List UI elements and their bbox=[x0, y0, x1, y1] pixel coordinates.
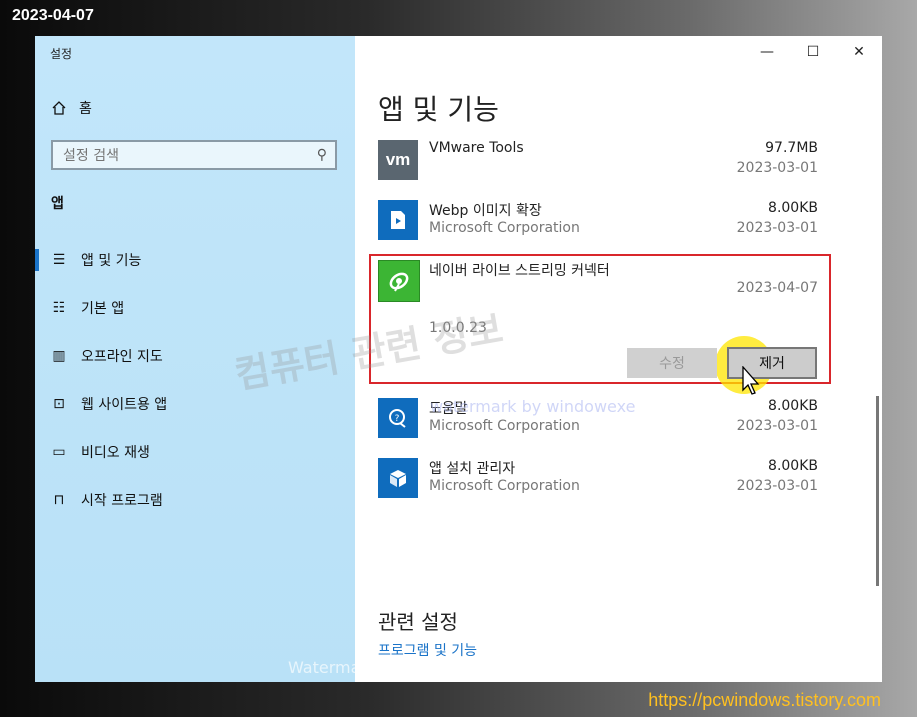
app-size: 8.00KB bbox=[768, 398, 818, 414]
app-date: 2023-03-01 bbox=[736, 418, 818, 434]
nav-item-label: 비디오 재생 bbox=[81, 445, 150, 461]
nav-item-label: 웹 사이트용 앱 bbox=[81, 397, 168, 413]
modify-button[interactable]: 수정 bbox=[627, 348, 717, 378]
app-row-vmware[interactable]: vm VMware Tools 97.7MB 2023-03-01 bbox=[378, 136, 818, 186]
help-icon: ? bbox=[378, 398, 418, 438]
scrollbar[interactable] bbox=[876, 396, 879, 586]
apps-for-websites-icon: ⊡ bbox=[53, 396, 65, 412]
nav-item-label: 시작 프로그램 bbox=[81, 493, 163, 509]
app-date: 2023-03-01 bbox=[736, 478, 818, 494]
vmware-icon: vm bbox=[378, 140, 418, 180]
section-label-apps: 앱 bbox=[51, 196, 64, 212]
nav-item-label: 앱 및 기능 bbox=[81, 253, 142, 269]
app-size: 8.00KB bbox=[768, 458, 818, 474]
offline-maps-icon: ▥ bbox=[52, 348, 66, 364]
related-settings-title: 관련 설정 bbox=[378, 610, 458, 634]
app-name: VMware Tools bbox=[429, 140, 524, 156]
default-apps-icon: ☷ bbox=[52, 300, 66, 316]
app-size: 97.7MB bbox=[765, 140, 818, 156]
app-date: 2023-04-07 bbox=[736, 280, 818, 296]
window-controls: — ☐ ✕ bbox=[744, 36, 882, 68]
app-row-app-installer[interactable]: 앱 설치 관리자 Microsoft Corporation 8.00KB 20… bbox=[378, 454, 818, 504]
nav-item-label: 오프라인 지도 bbox=[81, 349, 163, 365]
svg-text:?: ? bbox=[395, 414, 400, 424]
active-indicator bbox=[35, 249, 39, 271]
home-icon bbox=[52, 101, 66, 115]
nav-item-offline-maps[interactable]: ▥ 오프라인 지도 bbox=[51, 346, 163, 366]
settings-search[interactable]: ⚲ bbox=[51, 140, 337, 170]
app-name: 앱 설치 관리자 bbox=[429, 461, 516, 477]
nav-item-apps-for-websites[interactable]: ⊡ 웹 사이트용 앱 bbox=[51, 394, 167, 414]
video-playback-icon: ▭ bbox=[52, 444, 66, 460]
app-publisher: Microsoft Corporation bbox=[429, 220, 580, 236]
blog-url: https://pcwindows.tistory.com bbox=[648, 690, 881, 710]
app-size: 8.00KB bbox=[768, 200, 818, 216]
remove-button[interactable]: 제거 bbox=[727, 347, 817, 379]
page-title: 앱 및 기능 bbox=[378, 93, 499, 126]
app-publisher: Microsoft Corporation bbox=[429, 478, 580, 494]
programs-features-link[interactable]: 프로그램 및 기능 bbox=[378, 640, 477, 660]
app-installer-icon bbox=[378, 458, 418, 498]
app-row-webp[interactable]: Webp 이미지 확장 Microsoft Corporation 8.00KB… bbox=[378, 196, 818, 246]
nav-item-startup[interactable]: ⊓ 시작 프로그램 bbox=[51, 490, 163, 510]
watermark-line: watermark by windowexe bbox=[430, 397, 636, 416]
date-stamp: 2023-04-07 bbox=[12, 7, 94, 24]
search-icon[interactable]: ⚲ bbox=[317, 147, 327, 163]
nav-home[interactable]: 홈 bbox=[51, 98, 92, 118]
startup-icon: ⊓ bbox=[53, 492, 65, 508]
app-publisher: Microsoft Corporation bbox=[429, 418, 580, 434]
app-name: Webp 이미지 확장 bbox=[429, 203, 542, 219]
app-name: 네이버 라이브 스트리밍 커넥터 bbox=[429, 263, 610, 279]
nav-item-label: 기본 앱 bbox=[81, 301, 125, 317]
mouse-cursor-icon bbox=[742, 366, 760, 395]
nav-item-default-apps[interactable]: ☷ 기본 앱 bbox=[51, 298, 124, 318]
window-title: 설정 bbox=[50, 47, 73, 61]
naver-satellite-icon bbox=[378, 260, 420, 302]
nav-item-video-playback[interactable]: ▭ 비디오 재생 bbox=[51, 442, 150, 462]
close-button[interactable]: ✕ bbox=[836, 36, 882, 68]
nav-item-apps-features[interactable]: ☰ 앱 및 기능 bbox=[51, 250, 142, 270]
minimize-button[interactable]: — bbox=[744, 36, 790, 68]
watermark-bottom: Watermarked by WindowexeWatermark bbox=[288, 658, 606, 677]
webp-icon bbox=[378, 200, 418, 240]
nav-home-label: 홈 bbox=[79, 101, 92, 117]
maximize-button[interactable]: ☐ bbox=[790, 36, 836, 68]
app-date: 2023-03-01 bbox=[736, 220, 818, 236]
app-date: 2023-03-01 bbox=[736, 160, 818, 176]
apps-features-icon: ☰ bbox=[52, 252, 66, 268]
search-input[interactable] bbox=[53, 142, 305, 170]
